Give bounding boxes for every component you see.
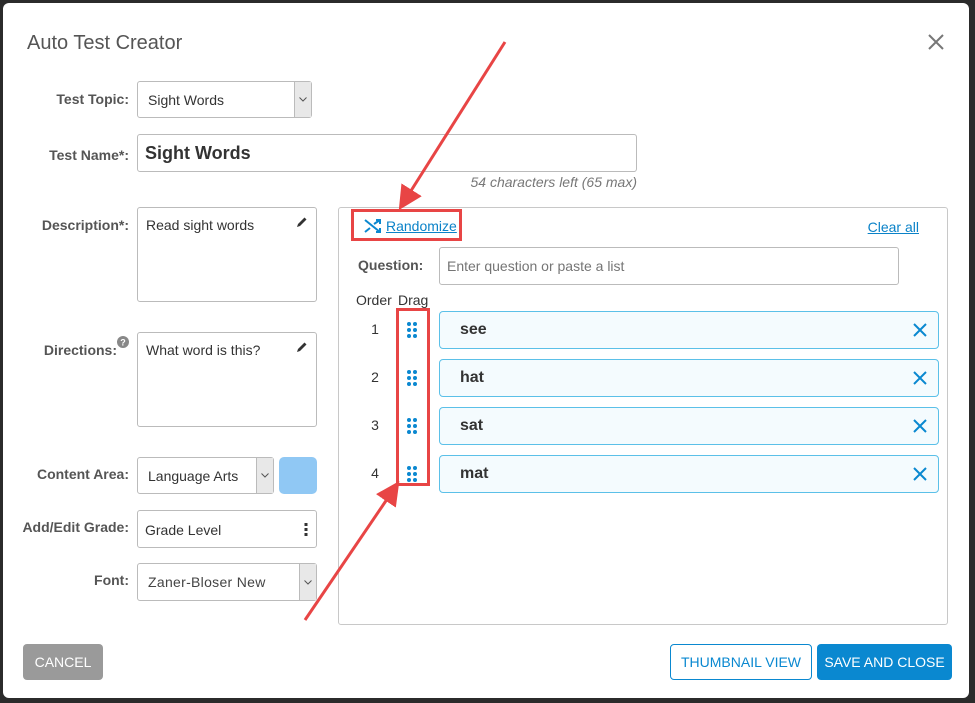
remove-icon[interactable] [912,466,928,482]
test-name-value: Sight Words [145,143,251,163]
cancel-button[interactable]: CANCEL [23,644,103,680]
content-area-label: Content Area: [36,466,129,482]
test-name-input[interactable]: Sight Words [137,134,637,172]
test-topic-value: Sight Words [148,91,224,108]
question-order-number: 3 [371,417,379,433]
drag-header: Drag [398,292,429,308]
svg-text:?: ? [120,338,126,348]
content-area-select[interactable]: Language Arts [137,457,274,494]
grade-label: Add/Edit Grade: [22,519,129,535]
directions-label: Directions: [43,342,117,358]
description-field[interactable]: Read sight words [137,207,317,302]
font-label: Font: [94,572,129,588]
content-area-value: Language Arts [148,467,239,484]
save-and-close-button[interactable]: SAVE AND CLOSE [817,644,952,680]
question-label: Question: [358,257,424,273]
question-item[interactable]: mat [439,455,939,493]
randomize-button[interactable]: Randomize [364,218,457,234]
question-item[interactable]: hat [439,359,939,397]
question-circle-icon[interactable]: ? [117,336,129,348]
test-name-label: Test Name*: [49,147,129,163]
font-select[interactable]: Zaner-Bloser New [137,563,317,601]
clear-all-link[interactable]: Clear all [868,219,919,235]
chevron-down-icon [256,458,273,493]
shuffle-icon [364,219,381,233]
question-word: see [460,321,487,338]
grade-value: Grade Level [145,522,222,538]
remove-icon[interactable] [912,418,928,434]
char-count-hint: 54 characters left (65 max) [470,174,637,190]
drag-handle-icon[interactable] [406,466,418,482]
remove-icon[interactable] [912,322,928,338]
font-value: Zaner-Bloser New [148,574,266,590]
randomize-link[interactable]: Randomize [386,218,457,234]
drag-handle-icon[interactable] [406,322,418,338]
question-order-number: 4 [371,465,379,481]
chevron-down-icon [294,82,311,117]
question-input[interactable] [439,247,899,285]
test-topic-label: Test Topic: [56,91,129,107]
chevron-down-icon [299,564,316,600]
auto-test-creator-dialog: Auto Test Creator Test Topic: Sight Word… [3,3,969,698]
remove-icon[interactable] [912,370,928,386]
order-header: Order [356,292,392,308]
drag-handle-icon[interactable] [406,370,418,386]
description-label: Description*: [41,217,129,233]
directions-field[interactable]: What word is this? [137,332,317,427]
dialog-title: Auto Test Creator [27,32,183,54]
question-item[interactable]: sat [439,407,939,445]
question-word: sat [460,417,484,434]
content-area-color-swatch[interactable] [279,457,317,494]
pencil-icon[interactable] [296,216,308,228]
grade-field[interactable]: Grade Level [137,510,317,548]
directions-value: What word is this? [146,342,261,358]
close-icon[interactable] [927,33,945,51]
drag-handle-icon[interactable] [406,418,418,434]
questions-panel: Randomize Clear all Question: Order Drag… [338,207,948,625]
thumbnail-view-button[interactable]: THUMBNAIL VIEW [670,644,812,680]
question-word: mat [460,465,489,482]
question-item[interactable]: see [439,311,939,349]
description-value: Read sight words [146,217,255,233]
question-order-number: 2 [371,369,379,385]
test-topic-select[interactable]: Sight Words [137,81,312,118]
vertical-ellipsis-icon[interactable] [304,523,308,536]
pencil-icon[interactable] [296,341,308,353]
question-word: hat [460,369,484,386]
question-order-number: 1 [371,321,379,337]
